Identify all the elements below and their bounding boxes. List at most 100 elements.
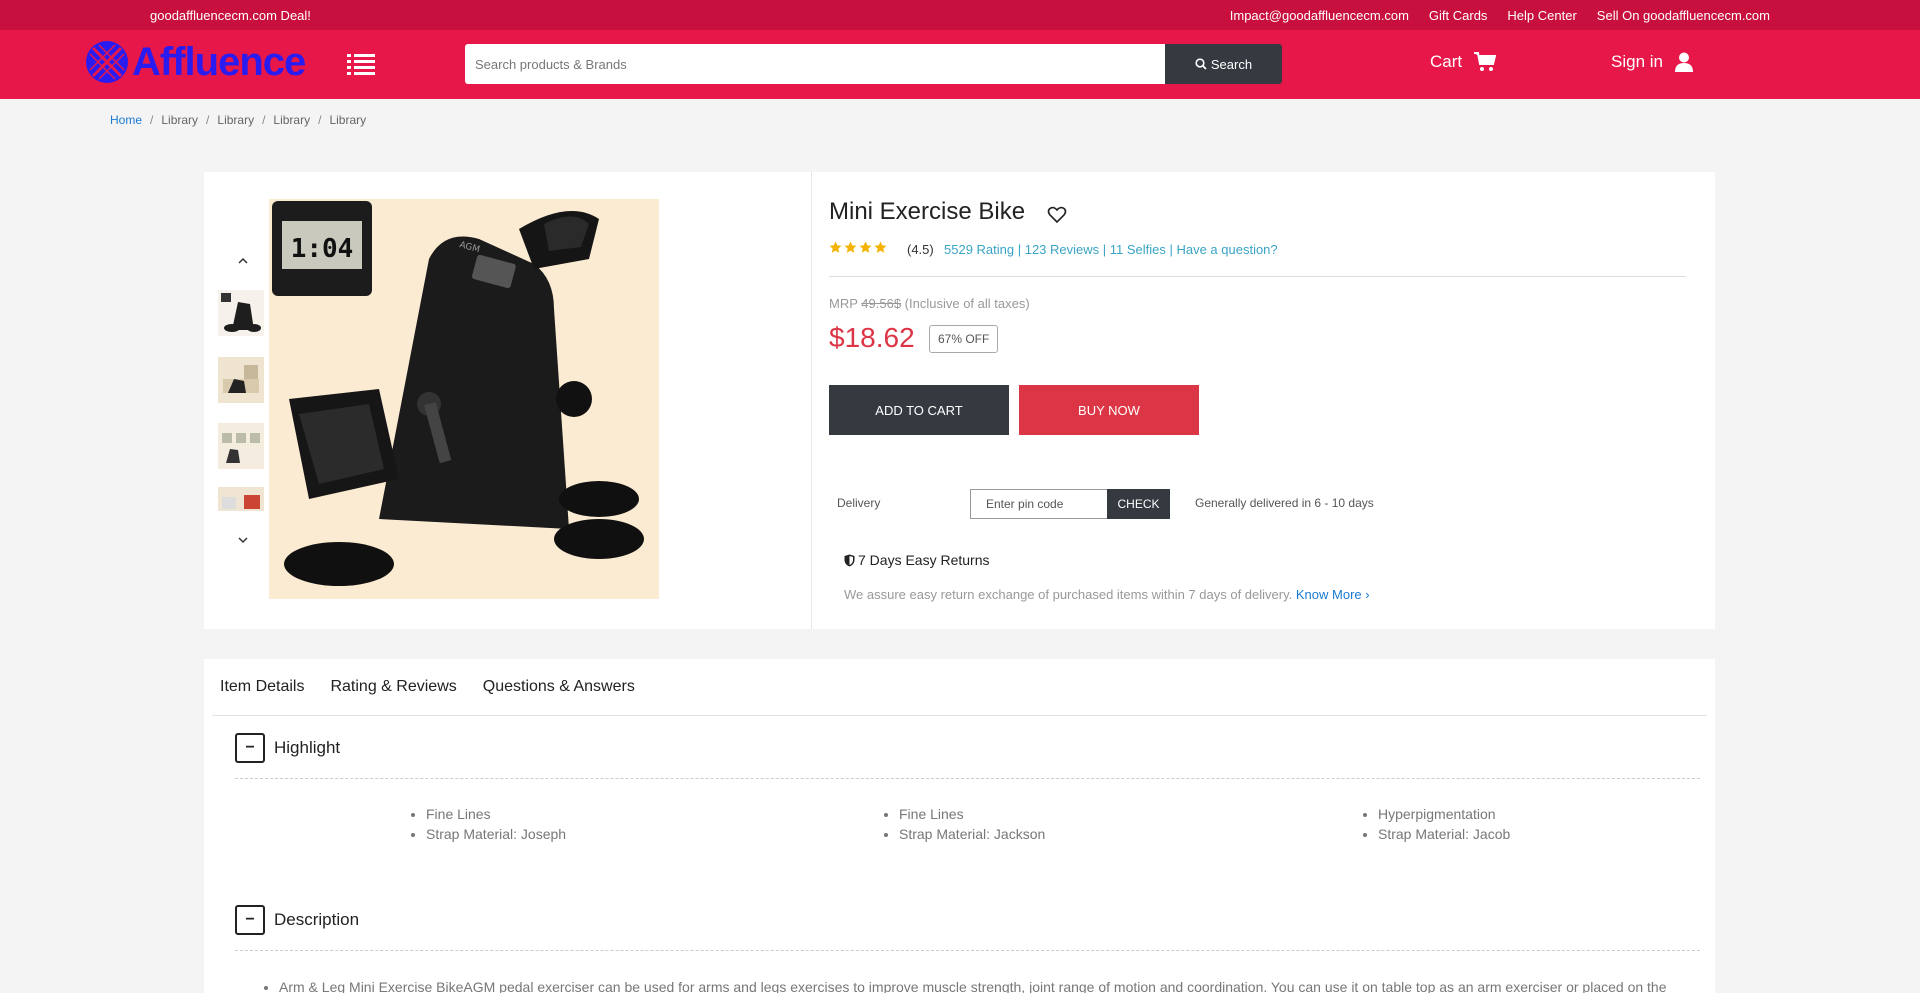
highlight-section-toggle[interactable]: − Highlight [235,733,340,763]
description-text: Arm & Leg Mini Exercise BikeAGM pedal ex… [279,979,1667,993]
search-button-label: Search [1210,56,1253,72]
returns-text: We assure easy return exchange of purcha… [844,587,1293,602]
tab-item-details[interactable]: Item Details [220,678,304,696]
collapse-minus-icon: − [235,905,265,935]
delivery-estimate: Generally delivered in 6 - 10 days [1195,496,1374,510]
site-logo[interactable]: Affluence [84,36,334,88]
thumbnail-image [218,423,264,469]
search-icon [1195,58,1207,70]
highlight-item: Fine Lines [899,806,1045,822]
section-divider [235,778,1700,779]
collapse-minus-icon: − [235,733,265,763]
highlight-item: Fine Lines [426,806,566,822]
product-main-image[interactable]: 1:04 AGM [269,199,659,599]
star-icon [859,241,872,253]
thumbnail-image [218,487,264,511]
pin-code-input[interactable] [970,489,1107,519]
logo-emblem-icon [86,41,128,83]
mrp-label: MRP [829,296,858,311]
returns-heading: 7 Days Easy Returns [844,552,990,568]
highlight-column-3: Hyperpigmentation Strap Material: Jacob [1378,806,1510,846]
chevron-down-icon[interactable] [238,535,248,545]
breadcrumb-item[interactable]: Library [161,113,198,127]
highlight-item: Hyperpigmentation [1378,806,1510,822]
returns-description: We assure easy return exchange of purcha… [844,587,1370,602]
know-more-label: Know More [1295,587,1362,602]
highlight-column-2: Fine Lines Strap Material: Jackson [899,806,1045,846]
info-divider [829,276,1686,277]
thumbnail-image [218,357,264,403]
shopping-cart-icon [1474,52,1497,71]
chevron-up-icon[interactable] [238,256,248,266]
search-input[interactable] [465,44,1165,84]
buy-now-button[interactable]: BUY NOW [1019,385,1199,435]
help-center-link[interactable]: Help Center [1507,8,1576,23]
thumbnail-3[interactable] [218,423,264,469]
tabs-divider [212,715,1707,716]
sell-on-link[interactable]: Sell On goodaffluencecm.com [1597,8,1770,23]
product-price: $18.62 [829,322,915,353]
search-button[interactable]: Search [1165,44,1282,84]
deal-text[interactable]: goodaffluencecm.com Deal! [150,8,311,23]
breadcrumb-separator: / [206,113,210,127]
details-panel: Item Details Rating & Reviews Questions … [204,659,1715,993]
star-icon [874,241,887,253]
description-list: Arm & Leg Mini Exercise BikeAGM pedal ex… [279,979,1667,993]
list-menu-icon[interactable] [347,52,375,76]
logo-text: Affluence [132,39,306,84]
shield-icon [844,554,855,566]
mrp-value: 49.56$ [861,296,902,311]
highlight-item: Strap Material: Jacob [1378,826,1510,842]
cart-button[interactable]: Cart [1430,52,1497,72]
breadcrumb-item[interactable]: Library [329,113,366,127]
wishlist-heart-icon[interactable] [1047,206,1067,224]
rating-value: (4.5) [907,242,934,257]
tab-questions-answers[interactable]: Questions & Answers [483,678,635,696]
cart-label: Cart [1430,52,1463,71]
tab-rating-reviews[interactable]: Rating & Reviews [330,678,456,696]
highlight-item: Strap Material: Jackson [899,826,1045,842]
thumbnail-1[interactable] [218,290,264,336]
main-header: Affluence Search Cart Sign in [0,30,1920,99]
gift-cards-link[interactable]: Gift Cards [1429,8,1488,23]
breadcrumb-item[interactable]: Library [273,113,310,127]
description-title: Description [274,910,360,929]
add-to-cart-button[interactable]: ADD TO CART [829,385,1009,435]
know-more-link[interactable]: Know More › [1296,587,1370,602]
signin-button[interactable]: Sign in [1611,52,1693,72]
breadcrumb-item[interactable]: Library [217,113,254,127]
signin-label: Sign in [1611,52,1663,71]
breadcrumb-separator: / [262,113,266,127]
breadcrumb: Home / Library / Library / Library / Lib… [110,113,366,127]
delivery-label: Delivery [837,496,881,510]
details-tabs: Item Details Rating & Reviews Questions … [220,678,635,696]
highlight-column-1: Fine Lines Strap Material: Joseph [426,806,566,846]
top-strip: goodaffluencecm.com Deal! Impact@goodaff… [0,0,1920,30]
thumbnail-4[interactable] [218,487,264,511]
breadcrumb-home[interactable]: Home [110,113,142,127]
chevron-right-icon: › [1365,587,1370,602]
rating-links[interactable]: 5529 Rating | 123 Reviews | 11 Selfies |… [944,242,1278,257]
section-divider [235,950,1700,951]
product-title: Mini Exercise Bike [829,198,1026,225]
email-link[interactable]: Impact@goodaffluencecm.com [1230,8,1409,23]
highlight-title: Highlight [274,738,341,757]
description-section-toggle[interactable]: − Description [235,905,359,935]
mrp-note: (Inclusive of all taxes) [904,296,1030,311]
top-links: Impact@goodaffluencecm.com Gift Cards He… [1230,8,1770,23]
discount-badge: 67% OFF [929,325,999,353]
timer-display-text: 1:04 [291,234,354,264]
star-icon [844,241,857,253]
breadcrumb-separator: / [150,113,154,127]
product-card: 1:04 AGM Mini Exercise Bike (4.5) 5529 R… [204,172,1715,629]
thumbnail-2[interactable] [218,357,264,403]
returns-title: 7 Days Easy Returns [858,552,990,568]
highlight-item: Strap Material: Joseph [426,826,566,842]
user-icon [1674,52,1693,72]
exercise-bike-image: 1:04 AGM [269,199,659,599]
breadcrumb-separator: / [318,113,322,127]
thumbnail-image [218,290,264,336]
rating-stars [829,241,887,254]
check-pin-button[interactable]: CHECK [1107,489,1170,519]
star-icon [829,241,842,253]
